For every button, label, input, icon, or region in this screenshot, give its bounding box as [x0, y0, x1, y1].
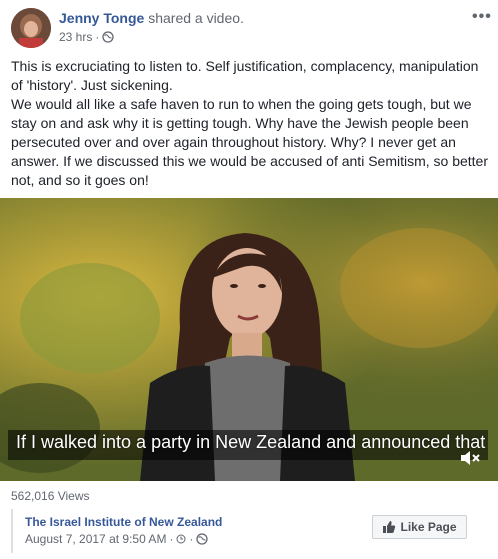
thumbs-up-icon — [383, 521, 396, 533]
meta-separator: · — [169, 532, 174, 546]
like-page-button[interactable]: Like Page — [372, 515, 467, 539]
view-count: 562,016 Views — [11, 489, 90, 503]
author-line: Jenny Tonge shared a video. — [59, 10, 244, 27]
post-body: This is excruciating to listen to. Self … — [11, 57, 489, 190]
like-page-label: Like Page — [400, 520, 457, 534]
source-date[interactable]: August 7, 2017 at 9:50 AM — [25, 532, 166, 546]
meta-separator: · — [189, 532, 194, 546]
meta-separator: · — [95, 30, 100, 44]
globe-icon[interactable] — [102, 31, 115, 43]
post-header: Jenny Tonge shared a video. 23 hrs · ••• — [0, 0, 498, 52]
author-avatar[interactable] — [11, 8, 51, 48]
post-action: shared a video. — [148, 10, 244, 26]
mute-icon[interactable] — [458, 448, 482, 468]
more-options-icon[interactable]: ••• — [472, 8, 492, 26]
clock-icon — [176, 534, 186, 544]
author-name-link[interactable]: Jenny Tonge — [59, 10, 144, 26]
post-timestamp[interactable]: 23 hrs — [59, 30, 92, 44]
post-meta: 23 hrs · — [59, 30, 115, 44]
source-page-link[interactable]: The Israel Institute of New Zealand — [25, 515, 222, 529]
post-text-line: We would all like a safe haven to run to… — [11, 96, 489, 188]
source-meta: August 7, 2017 at 9:50 AM · · — [25, 532, 209, 546]
video-caption: If I walked into a party in New Zealand … — [16, 432, 486, 452]
globe-icon[interactable] — [196, 533, 209, 545]
post-text-line: This is excruciating to listen to. Self … — [11, 58, 479, 93]
